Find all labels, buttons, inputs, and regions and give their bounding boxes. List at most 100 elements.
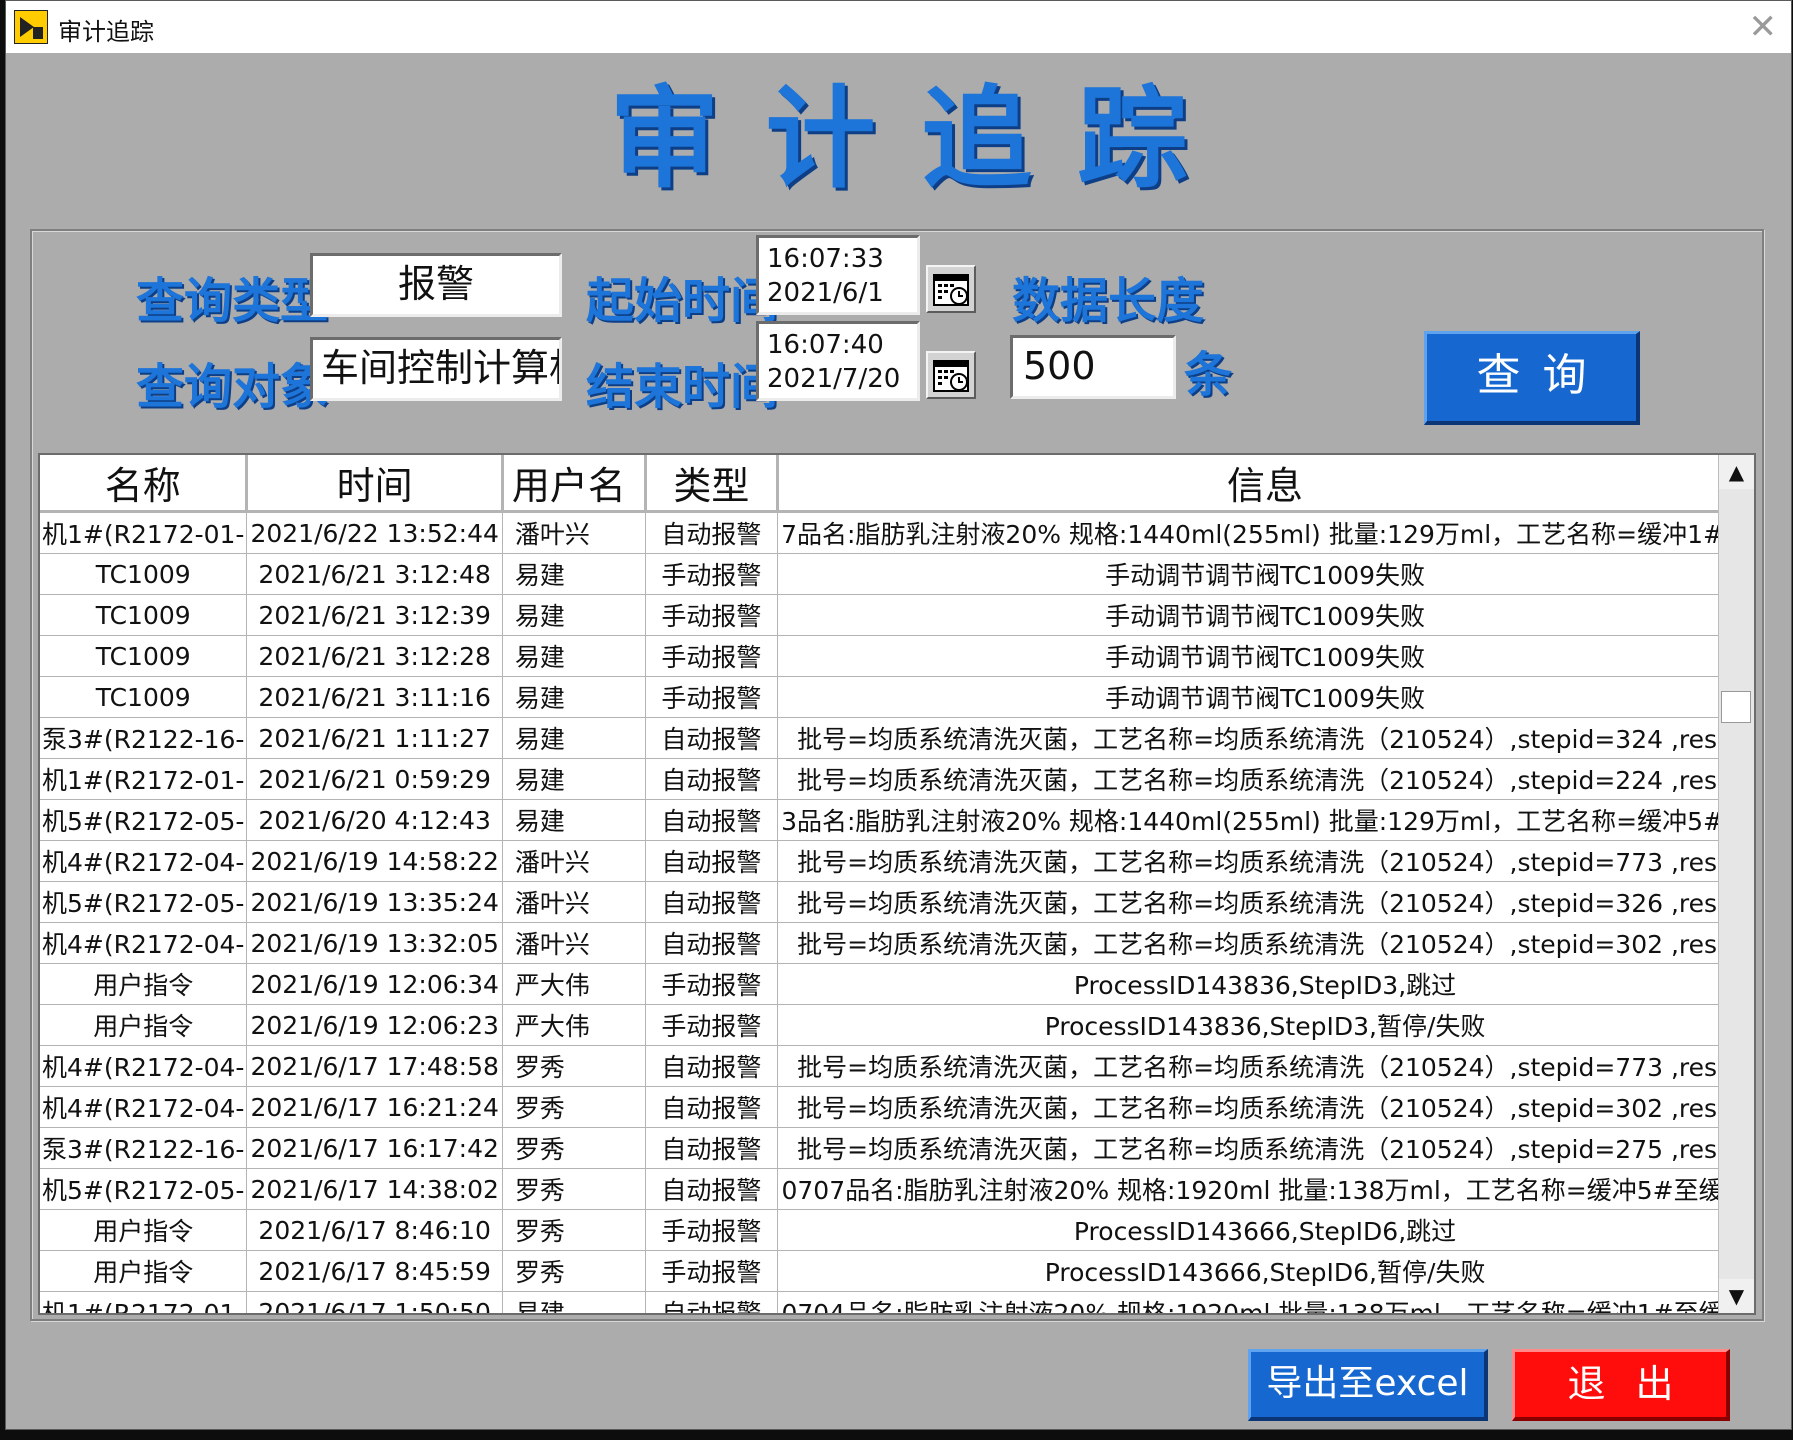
data-length-unit: 条	[1184, 347, 1233, 403]
close-icon[interactable]: ✕	[1749, 5, 1778, 49]
export-excel-button[interactable]: 导出至excel	[1248, 1349, 1488, 1421]
column-header-type[interactable]: 类型	[645, 455, 780, 513]
cell-user: 易建	[502, 799, 646, 841]
table-row[interactable]: 用户指令 2021/6/19 12:06:34 严大伟 手动报警 ProcessID14…	[40, 963, 1753, 1005]
end-calendar-button[interactable]	[926, 351, 976, 399]
table-row[interactable]: TC1009 2021/6/21 3:12:39 易建 手动报警 手动调节调节阀TC10…	[40, 594, 1753, 636]
cell-time: 2021/6/19 13:32:05	[246, 922, 503, 964]
cell-name: 机5#(R2172-05-	[40, 881, 248, 923]
cell-time: 2021/6/17 8:45:59	[246, 1250, 503, 1292]
cell-user: 罗秀	[502, 1250, 646, 1292]
scroll-down-icon[interactable]: ▼	[1719, 1279, 1754, 1313]
cell-name: 用户指令	[40, 963, 248, 1005]
calendar-clock-icon	[933, 274, 969, 306]
app-icon	[14, 10, 48, 44]
cell-info: 手动调节调节阀TC1009失败	[777, 594, 1753, 636]
table-row[interactable]: 机1#(R2172-01- 2021/6/21 0:59:29 易建 自动报警 批号=均…	[40, 758, 1753, 800]
cell-time: 2021/6/17 8:46:10	[246, 1209, 503, 1251]
table-row[interactable]: 泵3#(R2122-16- 2021/6/17 16:17:42 罗秀 自动报警 批号=…	[40, 1127, 1753, 1169]
cell-name: 泵3#(R2122-16-	[40, 717, 248, 759]
cell-user: 严大伟	[502, 1004, 646, 1046]
cell-info: ProcessID143666,StepID6,暂停/失败	[777, 1250, 1753, 1292]
cell-user: 易建	[502, 635, 646, 677]
cell-name: 机1#(R2172-01-	[40, 1291, 248, 1313]
cell-info: 7品名:脂肪乳注射液20% 规格:1440ml(255ml) 批量:129万ml…	[777, 511, 1753, 554]
table-row[interactable]: 机4#(R2172-04- 2021/6/19 14:58:22 潘叶兴 自动报警 批号…	[40, 840, 1753, 882]
cell-name: TC1009	[40, 676, 248, 718]
end-time-value: 16:07:40	[767, 330, 884, 360]
cell-time: 2021/6/21 3:12:39	[246, 594, 503, 636]
column-header-name[interactable]: 名称	[40, 455, 249, 513]
audit-trail-window: 审计追踪 ✕ 审计追踪 查询类型 报警 查询对象 车间控制计算机 起始时间 16…	[5, 0, 1792, 1430]
cell-name: 用户指令	[40, 1004, 248, 1046]
data-length-field[interactable]: 500	[1010, 335, 1176, 399]
cell-type: 手动报警	[645, 553, 779, 595]
cell-type: 手动报警	[645, 594, 779, 636]
cell-name: 机5#(R2172-05-	[40, 1168, 248, 1210]
cell-type: 自动报警	[645, 1045, 779, 1087]
start-calendar-button[interactable]	[926, 265, 976, 313]
table-row[interactable]: 机5#(R2172-05- 2021/6/20 4:12:43 易建 自动报警 3品名:…	[40, 799, 1753, 841]
cell-type: 自动报警	[645, 1168, 779, 1210]
cell-info: ProcessID143836,StepID3,跳过	[777, 963, 1753, 1005]
cell-type: 手动报警	[645, 676, 779, 718]
cell-type: 自动报警	[645, 881, 779, 923]
table-row[interactable]: 机1#(R2172-01- 2021/6/22 13:52:44 潘叶兴 自动报警 7品…	[40, 511, 1753, 554]
cell-user: 易建	[502, 758, 646, 800]
end-time-field[interactable]: 16:07:40 2021/7/20	[756, 321, 920, 401]
table-row[interactable]: TC1009 2021/6/21 3:12:28 易建 手动报警 手动调节调节阀TC10…	[40, 635, 1753, 677]
query-type-field[interactable]: 报警	[310, 253, 562, 317]
cell-time: 2021/6/21 3:11:16	[246, 676, 503, 718]
vertical-scrollbar[interactable]: ▲ ▼	[1718, 455, 1754, 1313]
data-length-label: 数据长度	[1012, 273, 1205, 329]
cell-user: 罗秀	[502, 1127, 646, 1169]
cell-name: 机4#(R2172-04-	[40, 1086, 248, 1128]
column-header-user[interactable]: 用户名	[502, 455, 647, 513]
cell-user: 易建	[502, 676, 646, 718]
cell-name: TC1009	[40, 635, 248, 677]
cell-type: 自动报警	[645, 511, 779, 554]
results-table: 名称 时间 用户名 类型 信息 机1#(R2172-01- 2021/6/22 1…	[38, 453, 1756, 1315]
cell-name: TC1009	[40, 553, 248, 595]
cell-info: 批号=均质系统清洗灭菌，工艺名称=均质系统清洗（210524）,stepid=2…	[777, 758, 1753, 800]
table-row[interactable]: 机5#(R2172-05- 2021/6/19 13:35:24 潘叶兴 自动报警 批号…	[40, 881, 1753, 923]
table-row[interactable]: 机4#(R2172-04- 2021/6/19 13:32:05 潘叶兴 自动报警 批号…	[40, 922, 1753, 964]
start-time-value: 16:07:33	[767, 244, 884, 274]
table-row[interactable]: 用户指令 2021/6/17 8:45:59 罗秀 手动报警 ProcessID1436…	[40, 1250, 1753, 1292]
query-button[interactable]: 查询	[1424, 331, 1640, 425]
cell-name: 泵3#(R2122-16-	[40, 1127, 248, 1169]
column-header-info[interactable]: 信息	[777, 455, 1754, 513]
cell-user: 罗秀	[502, 1209, 646, 1251]
cell-info: 3品名:脂肪乳注射液20% 规格:1440ml(255ml) 批量:129万ml…	[777, 799, 1753, 841]
calendar-clock-icon	[933, 360, 969, 392]
table-row[interactable]: 机1#(R2172-01- 2021/6/17 1:50:50 易建 自动报警 0704…	[40, 1291, 1753, 1313]
scroll-up-icon[interactable]: ▲	[1719, 455, 1754, 489]
table-row[interactable]: 用户指令 2021/6/19 12:06:23 严大伟 手动报警 ProcessID14…	[40, 1004, 1753, 1046]
cell-name: TC1009	[40, 594, 248, 636]
table-row[interactable]: 机5#(R2172-05- 2021/6/17 14:38:02 罗秀 自动报警 070…	[40, 1168, 1753, 1210]
cell-user: 潘叶兴	[502, 840, 646, 882]
table-row[interactable]: 机4#(R2172-04- 2021/6/17 16:21:24 罗秀 自动报警 批号=…	[40, 1086, 1753, 1128]
start-time-field[interactable]: 16:07:33 2021/6/1	[756, 235, 920, 315]
scrollbar-thumb[interactable]	[1721, 691, 1751, 723]
cell-info: 批号=均质系统清洗灭菌，工艺名称=均质系统清洗（210524）,stepid=2…	[777, 1127, 1753, 1169]
cell-type: 自动报警	[645, 1127, 779, 1169]
exit-button[interactable]: 退出	[1512, 1349, 1730, 1421]
query-object-field[interactable]: 车间控制计算机	[310, 337, 562, 401]
table-row[interactable]: 机4#(R2172-04- 2021/6/17 17:48:58 罗秀 自动报警 批号=…	[40, 1045, 1753, 1087]
cell-name: 机1#(R2172-01-	[40, 758, 248, 800]
column-header-time[interactable]: 时间	[246, 455, 504, 513]
cell-info: ProcessID143666,StepID6,跳过	[777, 1209, 1753, 1251]
table-row[interactable]: TC1009 2021/6/21 3:11:16 易建 手动报警 手动调节调节阀TC10…	[40, 676, 1753, 718]
table-row[interactable]: 用户指令 2021/6/17 8:46:10 罗秀 手动报警 ProcessID1436…	[40, 1209, 1753, 1251]
title-bar: 审计追踪 ✕	[6, 1, 1791, 53]
table-row[interactable]: TC1009 2021/6/21 3:12:48 易建 手动报警 手动调节调节阀TC10…	[40, 553, 1753, 595]
query-type-label: 查询类型	[136, 273, 329, 329]
table-row[interactable]: 泵3#(R2122-16- 2021/6/21 1:11:27 易建 自动报警 批号=均…	[40, 717, 1753, 759]
cell-type: 手动报警	[645, 963, 779, 1005]
results-grid: 名称 时间 用户名 类型 信息 机1#(R2172-01- 2021/6/22 1…	[40, 455, 1754, 1313]
cell-type: 自动报警	[645, 717, 779, 759]
query-panel: 查询类型 报警 查询对象 车间控制计算机 起始时间 16:07:33 2021/…	[30, 229, 1764, 1321]
cell-time: 2021/6/21 3:12:48	[246, 553, 503, 595]
cell-user: 罗秀	[502, 1168, 646, 1210]
